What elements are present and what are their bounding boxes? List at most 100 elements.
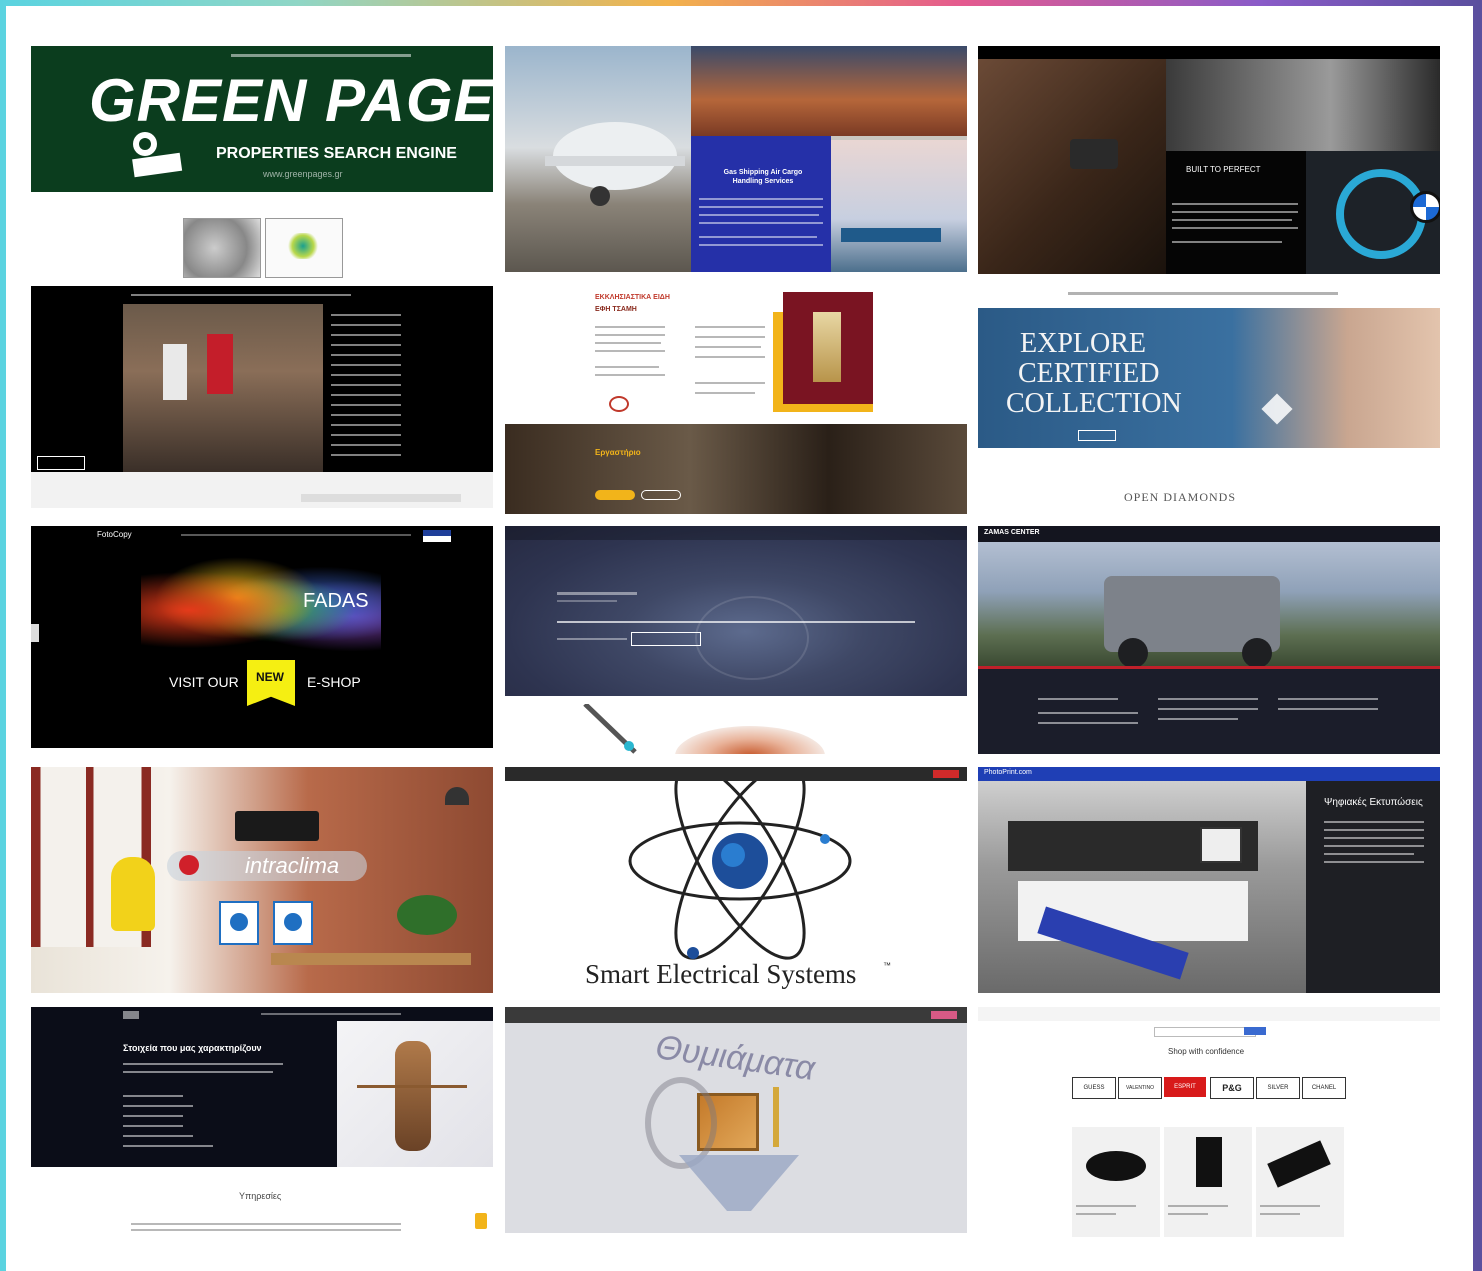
fotocopy-shop: E-SHOP <box>307 674 361 690</box>
product-card-2[interactable] <box>1164 1127 1252 1237</box>
green-pages-url: www.greenpages.gr <box>263 169 343 179</box>
church-banner-button-1[interactable] <box>595 490 635 500</box>
church-heading: ΕΚΚΛΗΣΙΑΣΤΙΚΑ ΕΙΔΗ <box>595 294 670 301</box>
shop-topbar <box>978 1007 1440 1021</box>
motorbike-photo <box>1166 59 1440 151</box>
green-pages-banner: GREEN PAGES ! PROPERTIES SEARCH ENGINE w… <box>31 46 493 192</box>
car-tagline: BUILT TO PERFECT <box>1186 165 1261 174</box>
shop-search-input[interactable] <box>1154 1027 1256 1037</box>
fotocopy-prev-arrow-icon[interactable] <box>31 624 39 642</box>
product-card-3[interactable] <box>1256 1127 1344 1237</box>
basketball-panel <box>31 304 493 472</box>
thumb-greek-church[interactable]: ΕΚΚΛΗΣΙΑΣΤΙΚΑ ΕΙΔΗ ΕΦΗ ΤΣΑΜΗ Εργαστήριο <box>505 286 967 514</box>
printing-heading: Ψηφιακές Εκτυπώσεις <box>1324 797 1423 808</box>
thumb-jeep[interactable]: ZAMAS CENTER <box>978 526 1440 754</box>
plant <box>397 895 457 935</box>
sketch-base <box>679 1155 799 1211</box>
eye-divider <box>557 621 915 623</box>
green-pages-nav <box>231 54 411 57</box>
thumb-sketch[interactable]: Θυμιάματα <box>505 1007 967 1233</box>
green-pages-mascot-icon <box>123 128 193 178</box>
shipping-heading: Gas Shipping Air Cargo Handling Services <box>723 169 803 185</box>
fotocopy-visit: VISIT OUR <box>169 674 239 690</box>
brand-logo-3[interactable]: ESPRIT <box>1164 1077 1206 1097</box>
law-heading: Στοιχεία που μας χαρακτηρίζουν <box>123 1043 262 1053</box>
brand-logo-5[interactable]: SILVER <box>1256 1077 1300 1099</box>
church-banner: Εργαστήριο <box>505 424 967 514</box>
sketch-nav <box>505 1007 967 1023</box>
thumb-green-pages[interactable]: GREEN PAGES ! PROPERTIES SEARCH ENGINE w… <box>31 46 493 278</box>
law-section: Υπηρεσίες <box>239 1191 282 1201</box>
fotocopy-name: FADAS <box>303 590 369 612</box>
eye-cta-button[interactable] <box>631 632 701 646</box>
brand-logo-6[interactable]: CHANEL <box>1302 1077 1346 1099</box>
church-subheading: ΕΦΗ ΤΣΑΜΗ <box>595 306 637 313</box>
jeep-red-line <box>978 666 1440 669</box>
fotocopy-brand: FotoCopy <box>97 530 132 539</box>
fotocopy-badge-text: NEW <box>256 670 284 684</box>
basketball-photo <box>123 304 323 472</box>
map-preview-1 <box>183 218 261 278</box>
ac-unit <box>235 811 319 841</box>
smart-nav <box>505 767 967 781</box>
product-card-1[interactable] <box>1072 1127 1160 1237</box>
fotocopy-new-badge[interactable]: NEW <box>247 660 295 706</box>
brand-logo-2[interactable]: VALENTINO <box>1118 1077 1162 1099</box>
pendant-lamp-icon <box>445 787 469 805</box>
thumb-shipping[interactable]: Gas Shipping Air Cargo Handling Services <box>505 46 967 272</box>
thumb-intraclima[interactable]: intraclima <box>31 767 493 993</box>
candle-icon <box>773 1087 779 1147</box>
thumb-eye-clinic[interactable] <box>505 526 967 754</box>
smart-nav-button[interactable] <box>933 770 959 778</box>
map-preview-2 <box>265 218 343 278</box>
diamonds-hero-line2: CERTIFIED <box>1018 358 1160 389</box>
thumb-fotocopy[interactable]: FotoCopy FADAS VISIT OUR NEW E-SHOP <box>31 526 493 748</box>
law-chat-button[interactable] <box>475 1213 487 1229</box>
thumb-basketball[interactable] <box>31 286 493 508</box>
thumbnail-sheet: GREEN PAGES ! PROPERTIES SEARCH ENGINE w… <box>6 6 1473 1271</box>
thumb-diamonds[interactable]: EXPLORE CERTIFIED COLLECTION OPEN DIAMON… <box>978 286 1440 514</box>
basketball-button[interactable] <box>37 456 85 470</box>
jeep-title: ZAMAS CENTER <box>984 529 1040 536</box>
car-text-panel: BUILT TO PERFECT <box>1166 151 1306 274</box>
intraclima-logo-icon <box>179 855 199 875</box>
dining-table <box>271 953 471 965</box>
thumb-shop[interactable]: Shop with confidence GUESS VALENTINO ESP… <box>978 1007 1440 1243</box>
church-banner-button-2[interactable] <box>641 490 681 500</box>
printing-nav: PhotoPrint.com <box>978 767 1440 781</box>
shipping-info-panel: Gas Shipping Air Cargo Handling Services <box>691 136 831 272</box>
thumb-printing[interactable]: PhotoPrint.com Ψηφιακές Εκτυπώσεις <box>978 767 1440 993</box>
energy-badge-2 <box>273 901 313 945</box>
brand-logo-1[interactable]: GUESS <box>1072 1077 1116 1099</box>
church-banner-text: Εργαστήριο <box>595 448 641 457</box>
port-photo <box>691 46 967 136</box>
shop-search-button[interactable] <box>1244 1027 1266 1035</box>
basketball-footer-bar <box>301 494 461 502</box>
intraclima-brand: intraclima <box>245 853 340 878</box>
law-panel: Στοιχεία που μας χαρακτηρίζουν <box>31 1007 493 1167</box>
smart-title: Smart Electrical Systems <box>585 959 857 989</box>
thumb-car-interior[interactable]: BUILT TO PERFECT <box>978 46 1440 274</box>
shop-heading: Shop with confidence <box>1168 1047 1245 1056</box>
flag-icon <box>423 530 451 542</box>
church-logo-icon <box>609 396 629 412</box>
sketch-nav-button[interactable] <box>931 1011 957 1019</box>
leather-seat-photo <box>978 59 1166 274</box>
thumb-law[interactable]: Στοιχεία που μας χαρακτηρίζουν Υπηρεσίες <box>31 1007 493 1243</box>
brand-logo-4[interactable]: P&G <box>1210 1077 1254 1099</box>
jeep-photo <box>978 542 1440 668</box>
cargo-ship-photo <box>831 140 967 272</box>
green-pages-subtitle: PROPERTIES SEARCH ENGINE <box>216 145 457 162</box>
diamonds-hero-line3: COLLECTION <box>1006 388 1182 419</box>
diamonds-hero-button[interactable] <box>1078 430 1116 441</box>
bmw-logo-icon <box>1410 191 1440 223</box>
energy-badge-1 <box>219 901 259 945</box>
diamonds-nav <box>1068 292 1338 295</box>
diamonds-hero-line1: EXPLORE <box>1020 328 1146 359</box>
diamond-gem-icon <box>1261 393 1293 425</box>
printing-brand: PhotoPrint.com <box>984 769 1032 776</box>
car-nav <box>978 46 1440 59</box>
church-item-photo <box>783 292 873 404</box>
smart-tm: ™ <box>883 961 891 970</box>
thumb-smart-electrical[interactable]: Smart Electrical Systems ™ <box>505 767 967 993</box>
